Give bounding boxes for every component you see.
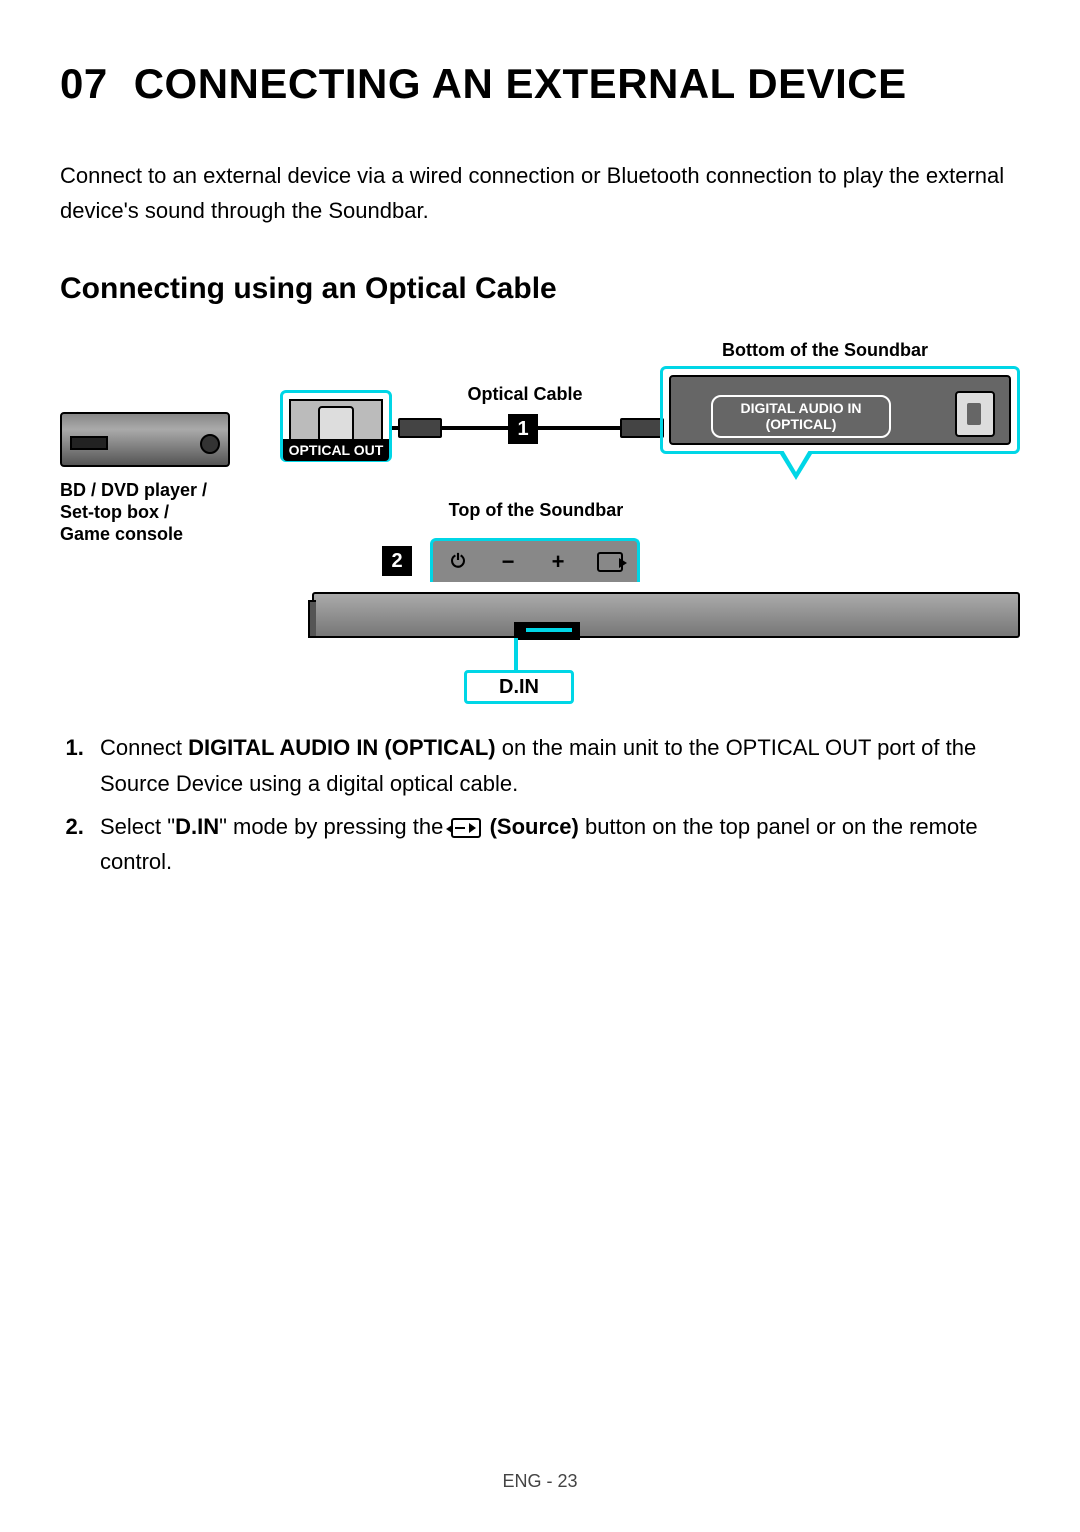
power-icon bbox=[447, 551, 469, 573]
optical-input-port-icon bbox=[955, 391, 995, 437]
bottom-of-soundbar-label: Bottom of the Soundbar bbox=[700, 340, 950, 362]
page-footer: ENG - 23 bbox=[0, 1471, 1080, 1492]
din-mode-label: D.IN bbox=[464, 670, 574, 704]
top-of-soundbar-label: Top of the Soundbar bbox=[426, 500, 646, 522]
intro-paragraph: Connect to an external device via a wire… bbox=[60, 158, 1020, 228]
din-leader-line bbox=[514, 638, 518, 672]
callout-leader-inner bbox=[783, 450, 809, 472]
optical-out-callout: OPTICAL OUT bbox=[280, 390, 392, 462]
step1-text-pre: Connect bbox=[100, 735, 188, 760]
instruction-list: Connect DIGITAL AUDIO IN (OPTICAL) on th… bbox=[90, 730, 1010, 879]
optical-out-label: OPTICAL OUT bbox=[283, 439, 389, 461]
source-device-icon bbox=[60, 412, 230, 467]
step2-text-mid: " mode by pressing the bbox=[219, 814, 449, 839]
digital-audio-in-line1: DIGITAL AUDIO IN bbox=[740, 400, 861, 416]
soundbar-input-panel: DIGITAL AUDIO IN (OPTICAL) bbox=[660, 366, 1020, 454]
optical-plug-right-icon bbox=[620, 418, 664, 438]
step-2-badge: 2 bbox=[382, 546, 412, 576]
source-icon bbox=[597, 552, 623, 572]
source-button-icon bbox=[451, 818, 481, 838]
step-1-badge: 1 bbox=[508, 414, 538, 444]
digital-audio-in-label: DIGITAL AUDIO IN (OPTICAL) bbox=[711, 395, 891, 438]
optical-plug-left-icon bbox=[398, 418, 442, 438]
step2-text-pre: Select " bbox=[100, 814, 175, 839]
optical-cable-label: Optical Cable bbox=[460, 384, 590, 406]
soundbar-top-controls bbox=[430, 538, 640, 582]
digital-audio-in-line2: (OPTICAL) bbox=[766, 416, 837, 432]
volume-up-icon bbox=[547, 551, 569, 573]
volume-down-icon bbox=[497, 551, 519, 573]
instruction-step-1: Connect DIGITAL AUDIO IN (OPTICAL) on th… bbox=[90, 730, 1010, 800]
chapter-title: 07 CONNECTING AN EXTERNAL DEVICE bbox=[60, 60, 1020, 108]
section-title: Connecting using an Optical Cable bbox=[60, 272, 1020, 306]
chapter-number: 07 bbox=[60, 60, 108, 108]
source-device-label: BD / DVD player / Set-top box / Game con… bbox=[60, 480, 240, 545]
soundbar-body-icon bbox=[312, 592, 1020, 638]
chapter-title-text: CONNECTING AN EXTERNAL DEVICE bbox=[134, 60, 907, 107]
step2-text-bold2: (Source) bbox=[490, 814, 579, 839]
step2-text-bold1: D.IN bbox=[175, 814, 219, 839]
connection-diagram: Bottom of the Soundbar BD / DVD player /… bbox=[60, 340, 1020, 700]
step1-text-bold: DIGITAL AUDIO IN (OPTICAL) bbox=[188, 735, 496, 760]
instruction-step-2: Select "D.IN" mode by pressing the (Sour… bbox=[90, 809, 1010, 879]
soundbar-display-icon bbox=[514, 622, 580, 640]
